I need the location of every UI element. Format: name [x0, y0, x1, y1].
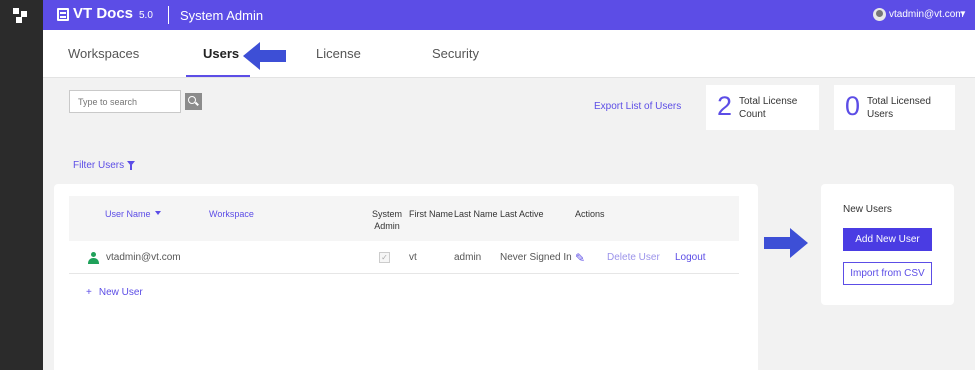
page-title: System Admin [180, 8, 264, 23]
top-header: VT Docs 5.0 System Admin vtadmin@vt.com … [43, 0, 975, 30]
active-tab-indicator [186, 75, 250, 77]
version-label: 5.0 [139, 10, 153, 21]
brand-name: VT Docs [73, 5, 134, 22]
column-header-user-name[interactable]: User Name [105, 208, 151, 220]
tab-security[interactable]: Security [432, 46, 479, 61]
sort-caret-icon[interactable] [155, 211, 161, 215]
logout-button[interactable]: Logout [675, 252, 706, 263]
tab-users[interactable]: Users [203, 46, 239, 61]
column-header-system-admin: System Admin [371, 209, 402, 231]
annotation-arrow-right-icon [763, 227, 809, 258]
plus-icon: + [86, 287, 92, 298]
search-icon[interactable] [185, 93, 202, 110]
new-user-button[interactable]: + New User [86, 287, 143, 298]
document-icon [57, 8, 69, 21]
column-header-first-name: First Name [409, 209, 454, 219]
edit-pencil-icon[interactable]: ✎ [575, 251, 585, 265]
stat-total-license-count: 2 Total License Count [706, 85, 819, 130]
stat-label: Total License Count [739, 96, 798, 120]
new-user-label: New User [98, 287, 143, 298]
export-users-link[interactable]: Export List of Users [594, 101, 681, 112]
tab-license[interactable]: License [316, 46, 361, 61]
column-header-workspace[interactable]: Workspace [209, 208, 254, 220]
cell-first-name: vt [409, 252, 417, 263]
annotation-arrow-left-icon [243, 41, 287, 70]
tab-workspaces[interactable]: Workspaces [68, 46, 139, 61]
user-menu[interactable]: vtadmin@vt.com [889, 9, 964, 20]
stat-total-licensed-users: 0 Total Licensed Users [834, 85, 955, 130]
column-header-last-active: Last Active [500, 209, 544, 219]
cell-last-name: admin [454, 252, 482, 263]
new-users-title: New Users [843, 204, 892, 215]
filter-icon[interactable] [127, 161, 135, 170]
column-header-last-name: Last Name [454, 209, 498, 219]
stat-value: 2 [717, 91, 733, 121]
app-sidebar [0, 0, 43, 370]
stat-value: 0 [845, 91, 861, 121]
cell-user-name: vtadmin@vt.com [106, 252, 181, 263]
delete-user-button[interactable]: Delete User [607, 252, 660, 263]
stat-label: Total Licensed Users [867, 96, 931, 120]
avatar[interactable] [873, 8, 886, 21]
user-icon [88, 252, 99, 264]
chevron-down-icon[interactable]: ▼ [959, 9, 967, 18]
tab-bar: Workspaces Users License Security [43, 30, 975, 78]
filter-users-button[interactable]: Filter Users [73, 160, 124, 171]
column-header-actions: Actions [575, 209, 605, 219]
cell-last-active: Never Signed In [500, 252, 572, 263]
app-logo-icon[interactable] [13, 8, 29, 24]
add-new-user-button[interactable]: Add New User [843, 228, 932, 251]
header-divider [168, 6, 169, 24]
import-from-csv-button[interactable]: Import from CSV [843, 262, 932, 285]
system-admin-checkbox[interactable]: ✓ [379, 252, 390, 263]
search-input[interactable] [69, 90, 181, 113]
